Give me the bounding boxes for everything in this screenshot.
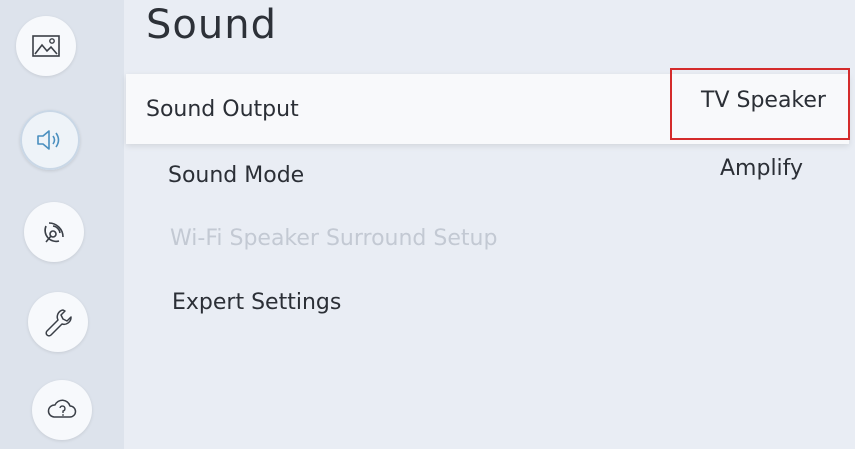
picture-icon [32, 35, 60, 57]
menu-item-label: Wi-Fi Speaker Surround Setup [170, 226, 498, 251]
broadcast-icon [44, 222, 64, 243]
menu-item-label: Expert Settings [172, 290, 342, 315]
sidebar-item-sound[interactable] [20, 110, 80, 170]
highlight-box: TV Speaker [670, 68, 850, 140]
menu-item-expert-settings[interactable]: Expert Settings [124, 286, 849, 326]
menu-item-wifi-speaker-surround-setup: Wi-Fi Speaker Surround Setup [124, 222, 849, 262]
menu-item-value: TV Speaker [701, 88, 826, 113]
menu-item-sound-output[interactable]: Sound Output TV Speaker [126, 68, 850, 144]
wrench-icon [45, 309, 72, 337]
sidebar-item-help[interactable] [32, 380, 92, 440]
sound-icon [37, 130, 60, 150]
sidebar-item-picture[interactable] [16, 16, 76, 76]
sidebar [0, 0, 124, 449]
sidebar-item-support[interactable] [28, 292, 88, 352]
menu-item-sound-mode[interactable]: Sound Mode Amplify [124, 156, 849, 200]
menu-item-label: Sound Mode [168, 163, 305, 188]
page-title: Sound [146, 2, 277, 48]
main-panel: Sound Sound Output TV Speaker Sound Mode… [124, 0, 855, 449]
cloud-help-icon [47, 399, 77, 418]
sidebar-item-broadcasting[interactable] [24, 202, 84, 262]
menu-item-label: Sound Output [146, 97, 299, 122]
menu-item-value: Amplify [720, 156, 804, 181]
